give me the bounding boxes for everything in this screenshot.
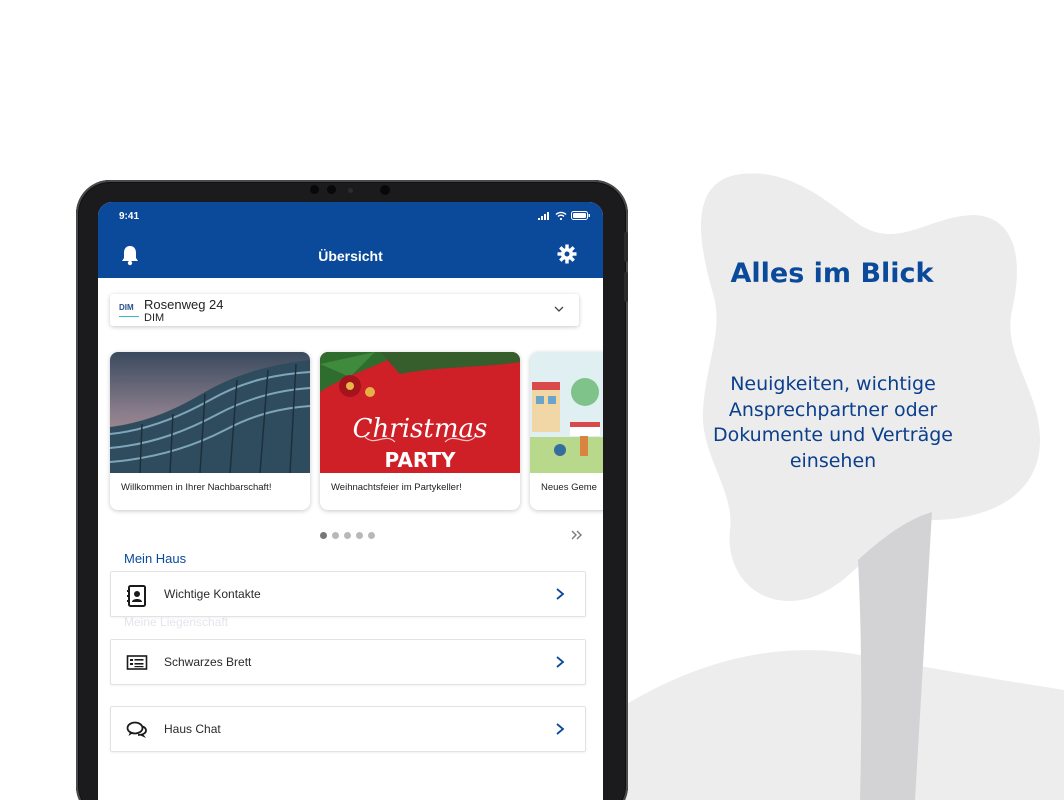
app-screen: 9:41 Übersicht DIM Rosenweg 24 DIM Willk… (98, 202, 603, 800)
section-ghost-title: Meine Liegenschaft (124, 615, 229, 629)
notice-board-icon (126, 655, 148, 670)
news-card[interactable]: Christmas PARTY Weihnachtsfeier im Party… (320, 352, 520, 510)
news-card[interactable]: Willkommen in Ihrer Nachbarschaft! (110, 352, 310, 510)
christmas-party-banner: Christmas PARTY (320, 352, 520, 473)
banner-party-text: PARTY (385, 448, 456, 472)
carousel-pager (320, 532, 375, 539)
contact-book-icon (127, 585, 146, 607)
wifi-icon (555, 211, 567, 220)
card-caption: Willkommen in Ihrer Nachbarschaft! (121, 482, 272, 493)
section-title: Mein Haus (124, 551, 187, 566)
tablet-side-button (624, 272, 628, 302)
chat-bubbles-icon (126, 721, 147, 738)
card-caption: Weihnachtsfeier im Partykeller! (331, 482, 462, 493)
property-selector[interactable]: DIM Rosenweg 24 DIM (110, 294, 579, 326)
building-photo (110, 352, 310, 473)
status-icons (538, 211, 591, 220)
menu-label: Haus Chat (164, 722, 221, 736)
chevron-right-icon (556, 723, 565, 735)
menu-label: Schwarzes Brett (164, 655, 252, 669)
news-card[interactable]: Neues Geme (530, 352, 603, 510)
chevron-right-icon (556, 656, 565, 668)
app-header: 9:41 Übersicht (98, 202, 603, 278)
pager-dot[interactable] (320, 532, 327, 539)
menu-item-schwarzes-brett[interactable]: Schwarzes Brett (110, 639, 586, 685)
property-name: Rosenweg 24 (144, 297, 224, 312)
pager-dot[interactable] (344, 532, 351, 539)
promo-text: Neuigkeiten, wichtige Ansprechpartner od… (713, 373, 953, 472)
battery-icon (571, 211, 590, 220)
property-subtitle: DIM (144, 312, 165, 324)
page-title: Übersicht (318, 248, 383, 264)
tablet-side-button (624, 232, 628, 262)
menu-item-haus-chat[interactable]: Haus Chat (110, 706, 586, 752)
tablet-frame: 9:41 Übersicht DIM Rosenweg 24 DIM Willk… (76, 180, 628, 800)
gear-icon[interactable] (557, 244, 577, 269)
chevron-right-icon (556, 588, 565, 600)
banner-script-text: Christmas (353, 414, 488, 444)
front-camera (380, 185, 390, 195)
sensor-dot (327, 185, 336, 194)
dim-logo: DIM (119, 303, 139, 317)
status-time: 9:41 (119, 211, 140, 222)
sensor-dot (310, 185, 319, 194)
neighborhood-illustration (530, 352, 603, 473)
pager-dot[interactable] (332, 532, 339, 539)
pager-dot[interactable] (356, 532, 363, 539)
double-chevron-right-icon[interactable] (571, 529, 583, 541)
menu-label: Wichtige Kontakte (164, 587, 261, 601)
sensor-dot (348, 188, 353, 193)
menu-item-wichtige-kontakte[interactable]: Wichtige Kontakte (110, 571, 586, 617)
card-caption: Neues Geme (541, 482, 597, 493)
signal-icon (538, 212, 549, 220)
promo-title: Alles im Blick (730, 258, 934, 289)
pager-dot[interactable] (368, 532, 375, 539)
chevron-down-icon (554, 306, 564, 312)
